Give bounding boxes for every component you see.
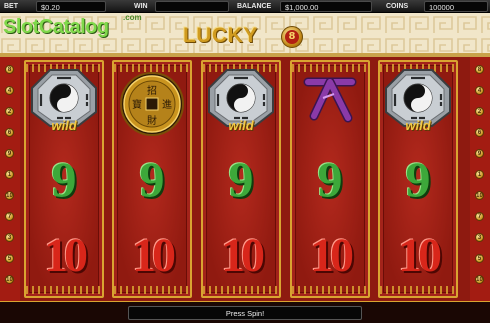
reel-4: 9 10	[290, 60, 370, 298]
wild-symbol: wild	[203, 68, 279, 146]
payline-marker-right: 7	[475, 212, 484, 221]
wild-symbol: wild	[26, 68, 102, 146]
reel-5: wild 9 10	[378, 60, 458, 298]
payline-marker-right: 3	[475, 233, 484, 242]
ten-symbol: 10	[398, 229, 442, 282]
coins-value: 100000	[424, 1, 488, 12]
wild-symbol: wild	[380, 68, 456, 146]
payline-marker-right: 1	[475, 170, 484, 179]
payline-marker-left: 3	[5, 233, 14, 242]
reel-2: 招 進 寶 財 9 10	[112, 60, 192, 298]
payline-marker-left: 6	[5, 128, 14, 137]
win-value	[155, 1, 229, 12]
balance-value: $1,000.00	[280, 1, 372, 12]
payline-markers-right: 8 4 2 6 9 1 10 7 3 5 10	[470, 57, 490, 301]
payline-marker-right: 10	[475, 275, 484, 284]
ten-symbol: 10	[310, 229, 354, 282]
nine-symbol: 9	[139, 151, 165, 207]
top-info-bar: BET $0.20 WIN BALANCE $1,000.00 COINS 10…	[0, 0, 490, 13]
ten-symbol: 10	[221, 229, 265, 282]
payline-marker-left: 2	[5, 107, 14, 116]
lucky-coin-icon: 8	[281, 26, 303, 48]
payline-marker-right: 8	[475, 65, 484, 74]
payline-marker-left: 8	[5, 65, 14, 74]
payline-markers-left: 8 4 2 6 9 1 10 7 3 5 10	[0, 57, 20, 301]
reel-frame: 8 4 2 6 9 1 10 7 3 5 10 8 4 2 6 9 1 10 7 3 5 10 wild 9 10 招 進 …	[0, 57, 490, 301]
reel-lattice-bottom	[203, 286, 279, 294]
payline-marker-left: 1	[5, 170, 14, 179]
payline-marker-left: 10	[5, 275, 14, 284]
reel-lattice-bottom	[114, 286, 190, 294]
status-bar: Press Spin!	[0, 301, 490, 323]
payline-marker-right: 5	[475, 254, 484, 263]
watermark-suffix: .com	[123, 13, 142, 22]
nine-symbol: 9	[405, 151, 431, 207]
wild-label: wild	[51, 118, 77, 133]
reel-lattice-bottom	[380, 286, 456, 294]
payline-marker-left: 10	[5, 191, 14, 200]
status-message: Press Spin!	[128, 306, 362, 320]
ten-symbol: 10	[44, 229, 88, 282]
bet-value: $0.20	[36, 1, 106, 12]
lucky-coin-glyph: 8	[285, 30, 299, 44]
reel-3: wild 9 10	[201, 60, 281, 298]
svg-text:進: 進	[162, 99, 172, 111]
ten-symbol: 10	[132, 229, 176, 282]
nine-symbol: 9	[317, 151, 343, 207]
game-logo-text: LUCKY	[183, 24, 258, 47]
purple-glyph-symbol	[292, 68, 368, 146]
watermark-text: SlotCatalog	[3, 16, 109, 38]
payline-marker-right: 4	[475, 86, 484, 95]
wild-label: wild	[405, 118, 431, 133]
svg-text:招: 招	[147, 84, 157, 97]
svg-text:財: 財	[147, 114, 157, 127]
payline-marker-right: 9	[475, 149, 484, 158]
payline-marker-right: 6	[475, 128, 484, 137]
payline-marker-left: 5	[5, 254, 14, 263]
reel-1: wild 9 10	[24, 60, 104, 298]
reel-lattice-bottom	[292, 286, 368, 294]
win-label: WIN	[134, 3, 148, 10]
payline-marker-left: 9	[5, 149, 14, 158]
payline-marker-right: 10	[475, 191, 484, 200]
coin-symbol: 招 進 寶 財	[114, 68, 190, 146]
balance-label: BALANCE	[237, 3, 272, 10]
payline-marker-left: 7	[5, 212, 14, 221]
nine-symbol: 9	[228, 151, 254, 207]
game-header: SlotCatalog .com LUCKY 8	[0, 13, 490, 57]
payline-marker-right: 2	[475, 107, 484, 116]
reel-lattice-bottom	[26, 286, 102, 294]
svg-text:寶: 寶	[132, 98, 142, 111]
payline-marker-left: 4	[5, 86, 14, 95]
watermark-logo: SlotCatalog .com	[3, 13, 142, 40]
wild-label: wild	[228, 118, 254, 133]
coins-label: COINS	[386, 3, 409, 10]
bet-label: BET	[4, 3, 18, 10]
nine-symbol: 9	[51, 151, 77, 207]
